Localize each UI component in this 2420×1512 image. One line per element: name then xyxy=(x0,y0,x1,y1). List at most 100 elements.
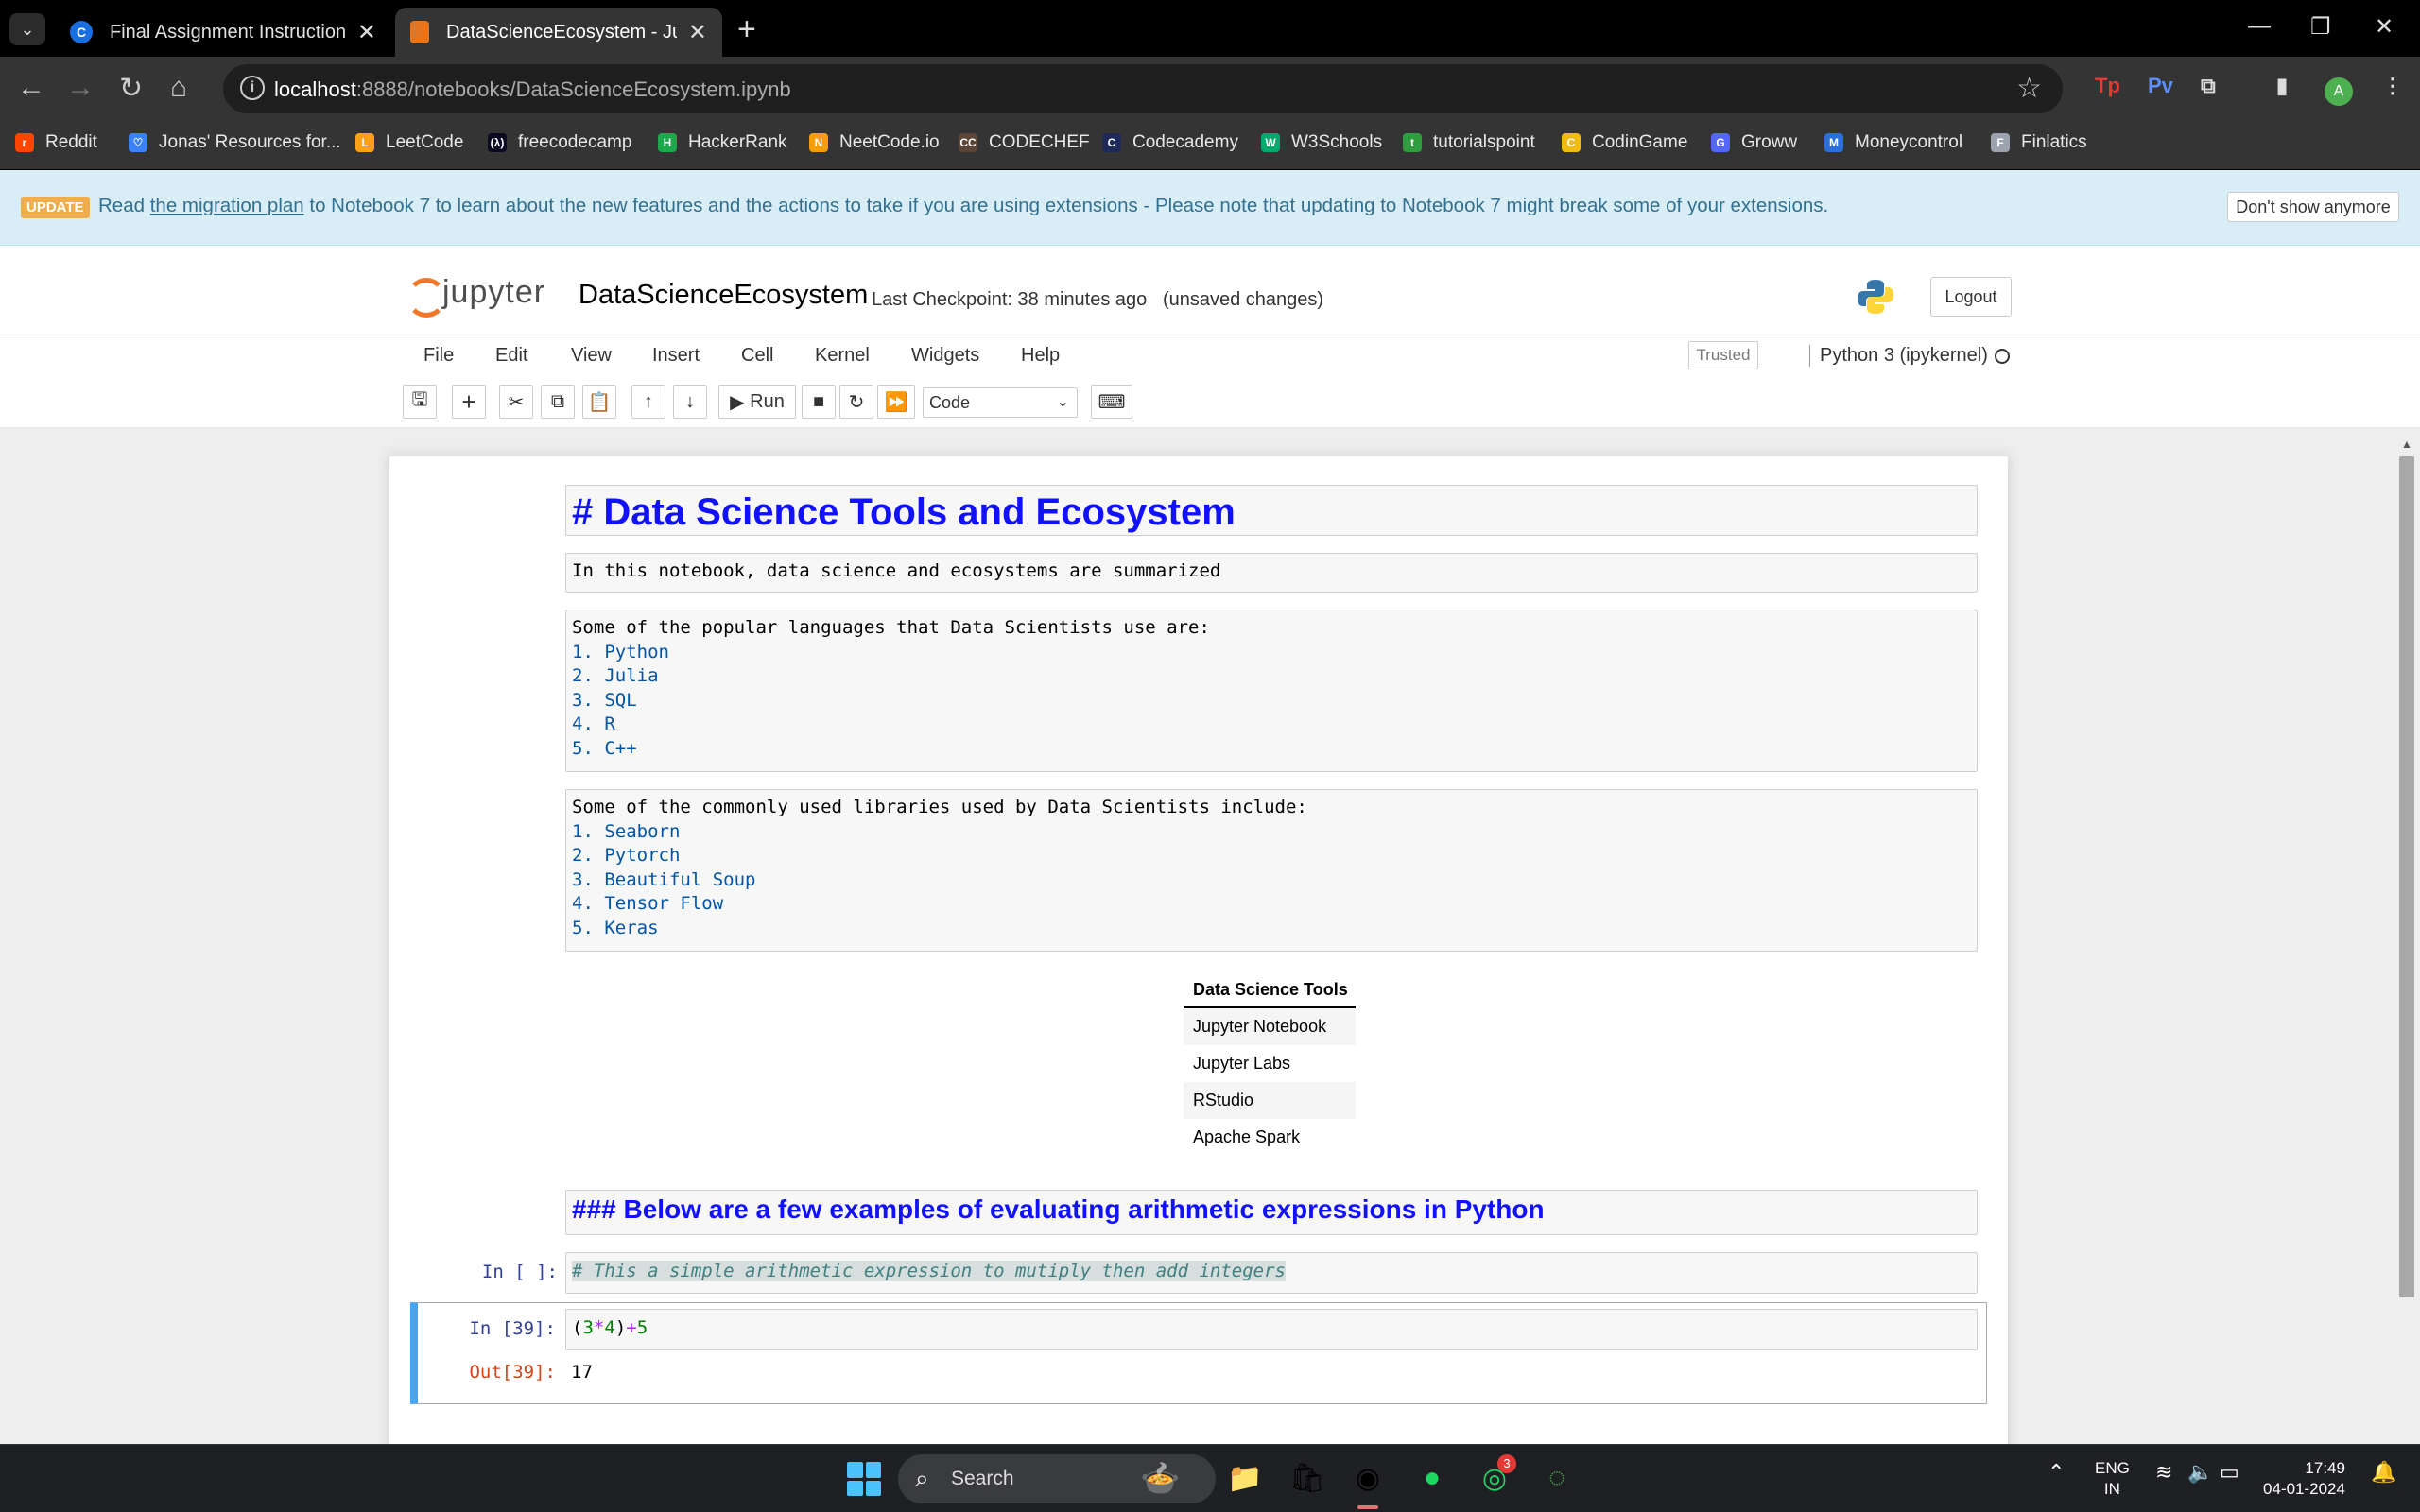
menu-kernel[interactable]: Kernel xyxy=(815,345,870,367)
markdown-cell-title[interactable]: # Data Science Tools and Ecosystem xyxy=(565,485,1978,536)
bookmark-item[interactable]: (λ) freecodecamp xyxy=(488,132,631,153)
menu-widgets[interactable]: Widgets xyxy=(911,345,979,367)
microsoft-store-icon[interactable]: 🛍 xyxy=(1288,1458,1327,1498)
update-banner: UPDATE Read the migration plan to Notebo… xyxy=(0,170,2420,246)
language-indicator[interactable]: ENG IN xyxy=(2095,1458,2130,1500)
bookmark-item[interactable]: M Moneycontrol xyxy=(1824,132,1962,153)
restart-icon[interactable]: ↻ xyxy=(839,385,873,419)
new-tab-icon[interactable]: + xyxy=(737,11,756,48)
browser-tab-active[interactable]: DataScienceEcosystem - Jupyter ✕ xyxy=(395,8,722,57)
taskbar-search[interactable]: ⌕ Search 🍲 xyxy=(898,1454,1216,1503)
bookmark-item[interactable]: F Finlatics xyxy=(1991,132,2087,153)
dont-show-anymore-button[interactable]: Don't show anymore xyxy=(2227,192,2399,222)
markdown-cell-libraries[interactable]: Some of the commonly used libraries used… xyxy=(565,789,1978,952)
bookmark-label: LeetCode xyxy=(386,132,464,152)
markdown-cell-arith-heading[interactable]: ### Below are a few examples of evaluati… xyxy=(565,1190,1978,1235)
app-icon[interactable]: ◌ xyxy=(1537,1458,1577,1498)
bookmark-item[interactable]: W W3Schools xyxy=(1261,132,1382,153)
migration-plan-link[interactable]: the migration plan xyxy=(150,195,304,216)
copy-icon[interactable]: ⧉ xyxy=(541,385,575,419)
vertical-scrollbar[interactable]: ▲ xyxy=(2397,438,2416,1307)
cell-type-select[interactable]: Code ⌄ xyxy=(923,387,1078,418)
extensions-puzzle-icon[interactable]: ⧉ xyxy=(2201,74,2216,98)
insert-cell-icon[interactable]: + xyxy=(452,385,486,419)
cut-icon[interactable]: ✂ xyxy=(499,385,533,419)
chevron-up-icon[interactable]: ⌃ xyxy=(2048,1460,2065,1485)
bookmark-item[interactable]: CC CODECHEF xyxy=(959,132,1090,153)
paste-icon[interactable]: 📋 xyxy=(582,385,616,419)
bookmark-item[interactable]: C CodinGame xyxy=(1562,132,1687,153)
menu-file[interactable]: File xyxy=(424,345,454,367)
tab-search-button[interactable]: ⌄ xyxy=(9,13,45,45)
input-prompt: In [ ]: xyxy=(481,1262,558,1282)
restart-run-all-icon[interactable]: ⏩ xyxy=(877,385,915,419)
side-panel-icon[interactable]: ▮ xyxy=(2276,74,2288,98)
reload-icon[interactable]: ↻ xyxy=(119,72,143,105)
kernel-name[interactable]: Python 3 (ipykernel) xyxy=(1809,345,1988,367)
bookmark-favicon-icon: G xyxy=(1711,133,1730,152)
bookmark-item[interactable]: H HackerRank xyxy=(658,132,787,153)
more-menu-icon[interactable]: ⋮ xyxy=(2382,74,2403,98)
volume-icon[interactable]: 🔈 xyxy=(2187,1460,2213,1485)
menu-help[interactable]: Help xyxy=(1021,345,1060,367)
bookmark-star-icon[interactable]: ☆ xyxy=(2016,72,2042,105)
keyboard-shortcuts-icon[interactable]: ⌨ xyxy=(1091,385,1132,419)
bookmark-item[interactable]: r Reddit xyxy=(15,132,97,153)
restore-icon[interactable]: ❐ xyxy=(2310,13,2331,41)
bookmark-item[interactable]: t tutorialspoint xyxy=(1403,132,1535,153)
extension-pv-icon[interactable]: Pv xyxy=(2148,74,2173,98)
site-info-icon[interactable]: i xyxy=(240,76,265,100)
back-icon[interactable]: ← xyxy=(17,72,45,104)
windows-taskbar: ⌕ Search 🍲 📁 🛍 ◉ ● ◎ 3 ◌ ⌃ ENG IN ≋ 🔈 ▭ 1… xyxy=(0,1444,2420,1512)
spotify-icon[interactable]: ● xyxy=(1412,1458,1452,1498)
markdown-cell-intro[interactable]: In this notebook, data science and ecosy… xyxy=(565,553,1978,593)
extension-tp-icon[interactable]: Tp xyxy=(2095,74,2120,98)
browser-tab[interactable]: C Final Assignment Instructions: C ✕ xyxy=(55,8,391,57)
markdown-cell-languages[interactable]: Some of the popular languages that Data … xyxy=(565,610,1978,772)
bookmark-item[interactable]: G Groww xyxy=(1711,132,1797,153)
bookmark-label: tutorialspoint xyxy=(1433,132,1535,152)
battery-icon[interactable]: ▭ xyxy=(2220,1460,2239,1485)
code-cell-comment[interactable]: # This a simple arithmetic expression to… xyxy=(565,1252,1978,1294)
languages-heading: Some of the popular languages that Data … xyxy=(572,617,1210,638)
logout-button[interactable]: Logout xyxy=(1930,277,2012,317)
home-icon[interactable]: ⌂ xyxy=(170,72,187,104)
forward-icon[interactable]: → xyxy=(66,72,95,104)
tab-title: Final Assignment Instructions: C xyxy=(110,21,346,43)
list-item: 3. SQL xyxy=(572,689,637,711)
move-down-icon[interactable]: ↓ xyxy=(673,385,707,419)
interrupt-icon[interactable]: ■ xyxy=(802,385,836,419)
scroll-up-icon[interactable]: ▲ xyxy=(2401,438,2412,451)
notebook-name[interactable]: DataScienceEcosystem xyxy=(579,280,868,311)
menu-cell[interactable]: Cell xyxy=(741,345,773,367)
bookmark-item[interactable]: ♡ Jonas' Resources for... xyxy=(129,132,341,153)
notification-bell-icon[interactable]: 🔔 xyxy=(2371,1460,2396,1485)
file-explorer-icon[interactable]: 📁 xyxy=(1225,1458,1265,1498)
move-up-icon[interactable]: ↑ xyxy=(631,385,666,419)
close-tab-icon[interactable]: ✕ xyxy=(688,19,707,46)
wifi-icon[interactable]: ≋ xyxy=(2155,1460,2172,1485)
code-input[interactable]: (3*4)+5 xyxy=(565,1309,1978,1350)
save-icon[interactable]: 🖫 xyxy=(403,385,437,419)
scrollbar-thumb[interactable] xyxy=(2399,456,2414,1297)
minimize-icon[interactable]: — xyxy=(2248,13,2271,40)
close-window-icon[interactable]: ✕ xyxy=(2375,13,2394,41)
windows-start-icon[interactable] xyxy=(847,1462,881,1496)
close-tab-icon[interactable]: ✕ xyxy=(357,19,376,46)
menu-edit[interactable]: Edit xyxy=(495,345,527,367)
bookmark-item[interactable]: C Codecademy xyxy=(1102,132,1238,153)
jupyter-logo[interactable]: jupyter xyxy=(405,274,545,318)
profile-avatar[interactable]: A xyxy=(2325,77,2353,106)
run-button[interactable]: ▶ Run xyxy=(718,385,796,419)
chrome-icon[interactable]: ◉ xyxy=(1348,1458,1388,1498)
url-text[interactable]: localhost:8888/notebooks/DataScienceEcos… xyxy=(274,77,791,102)
clock[interactable]: 17:49 04-01-2024 xyxy=(2263,1458,2345,1500)
menu-insert[interactable]: Insert xyxy=(652,345,700,367)
address-bar[interactable]: i localhost:8888/notebooks/DataScienceEc… xyxy=(223,64,2063,113)
trusted-indicator[interactable]: Trusted xyxy=(1688,341,1758,369)
list-item: 5. Keras xyxy=(572,917,659,938)
output-prompt: Out[39]: xyxy=(469,1362,556,1383)
menu-view[interactable]: View xyxy=(571,345,612,367)
bookmark-item[interactable]: L LeetCode xyxy=(355,132,463,153)
bookmark-item[interactable]: N NeetCode.io xyxy=(809,132,940,153)
